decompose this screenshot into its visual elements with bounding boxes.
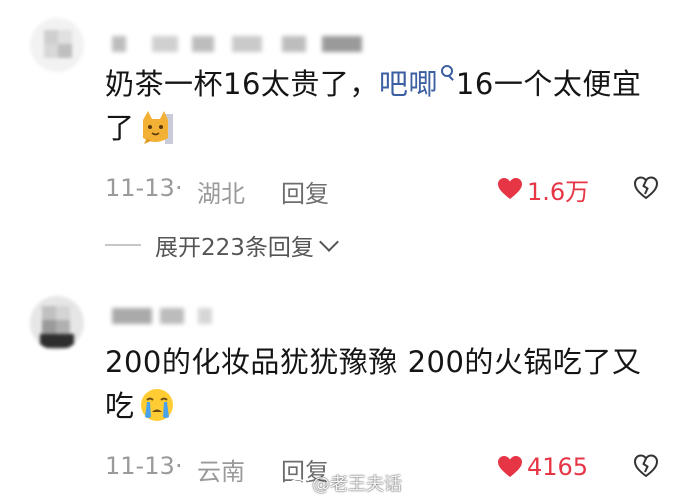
comment-date: 11-13 [105, 452, 175, 480]
separator-dot: · [175, 174, 183, 202]
comment-text-part: 奶茶一杯16太贵了， [105, 67, 379, 101]
weibo-icon [289, 475, 309, 492]
reply-button[interactable]: 回复 [281, 174, 329, 209]
comment-meta: 11-13 · 湖北 回复 1.6万 [105, 172, 665, 209]
avatar[interactable] [30, 296, 84, 350]
chevron-down-icon [319, 232, 339, 252]
divider-line [105, 244, 141, 246]
search-icon [439, 64, 455, 86]
expand-replies-button[interactable]: 展开223条回复 [105, 228, 339, 262]
heart-icon [498, 178, 522, 199]
watermark: @老王夫话 [288, 470, 402, 496]
mention-link[interactable]: 吧唧 [378, 64, 456, 101]
comment-date: 11-13 [105, 174, 175, 202]
comment-location: 湖北 [197, 180, 245, 208]
heart-icon [498, 456, 522, 477]
avatar[interactable] [30, 18, 84, 72]
like-count: 4165 [527, 453, 589, 481]
dislike-icon[interactable] [633, 453, 659, 479]
crying-emoji-icon [140, 389, 173, 421]
username-redacted[interactable] [112, 306, 392, 326]
username-redacted[interactable] [112, 34, 392, 54]
comment-location: 云南 [197, 458, 245, 486]
dislike-icon[interactable] [633, 175, 659, 201]
separator-dot: · [175, 452, 183, 480]
comment-text: 奶茶一杯16太贵了，吧唧 16一个太便宜了 [105, 62, 665, 150]
comment-text: 200的化妆品犹犹豫豫 200的火锅吃了又吃 [105, 340, 665, 428]
comment-text-part: 200的化妆品犹犹豫豫 200的火锅吃了又吃 [105, 345, 642, 423]
expand-replies-label: 展开223条回复 [155, 235, 314, 261]
mention-label: 吧唧 [378, 67, 438, 101]
watermark-text: @老王夫话 [312, 474, 402, 495]
like-button[interactable]: 1.6万 [497, 172, 589, 206]
like-button[interactable]: 4165 [497, 450, 588, 484]
comment-item: 奶茶一杯16太贵了，吧唧 16一个太便宜了 11-13 · 湖北 回复 1.6万 … [0, 0, 690, 290]
comment-item: 200的化妆品犹犹豫豫 200的火锅吃了又吃 11-13 · 云南 回复 416… [0, 290, 690, 500]
like-count: 1.6万 [527, 177, 590, 206]
cat-emoji-icon [142, 111, 173, 144]
